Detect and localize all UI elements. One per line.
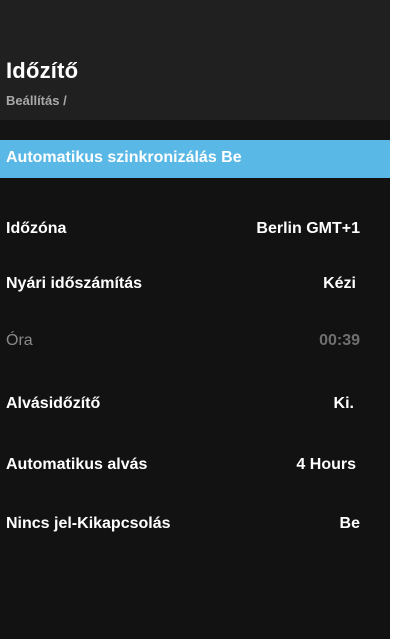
menu-item-label: Automatikus alvás — [6, 456, 148, 473]
menu-item-daylight-saving[interactable]: Nyári időszámítás Kézi — [0, 266, 390, 304]
menu-item-label: Nincs jel-Kikapcsolás — [6, 515, 171, 532]
menu-item-no-signal-off[interactable]: Nincs jel-Kikapcsolás Be — [0, 506, 390, 544]
menu-item-auto-sleep[interactable]: Automatikus alvás 4 Hours — [0, 447, 390, 485]
menu-item-value: Be — [339, 515, 360, 532]
menu-item-sleep-timer[interactable]: Alvásidőzítő Ki. — [0, 386, 390, 424]
menu-item-label: Automatikus szinkronizálás Be — [6, 149, 242, 166]
menu-item-value: 00:39 — [319, 332, 360, 349]
menu-item-label: Óra — [6, 332, 33, 349]
menu-item-time-zone[interactable]: Időzóna Berlin GMT+1 — [0, 211, 390, 249]
header-divider — [0, 120, 390, 140]
menu-header: Időzítő Beállítás / — [0, 0, 390, 120]
menu-item-value: 4 Hours — [296, 456, 356, 473]
menu-item-auto-sync[interactable]: Automatikus szinkronizálás Be — [0, 140, 390, 178]
page-title: Időzítő — [6, 58, 79, 83]
menu-item-clock: Óra 00:39 — [0, 323, 390, 361]
menu-item-value: Kézi — [323, 275, 356, 292]
timer-settings-panel: Időzítő Beállítás / Automatikus szinkron… — [0, 0, 390, 639]
breadcrumb: Beállítás / — [6, 93, 67, 108]
menu-item-value: Ki. — [333, 395, 354, 412]
menu-item-label: Nyári időszámítás — [6, 275, 143, 292]
menu-item-value: Berlin GMT+1 — [256, 220, 360, 237]
menu-item-label: Alvásidőzítő — [6, 395, 101, 412]
menu-item-label: Időzóna — [6, 220, 67, 237]
